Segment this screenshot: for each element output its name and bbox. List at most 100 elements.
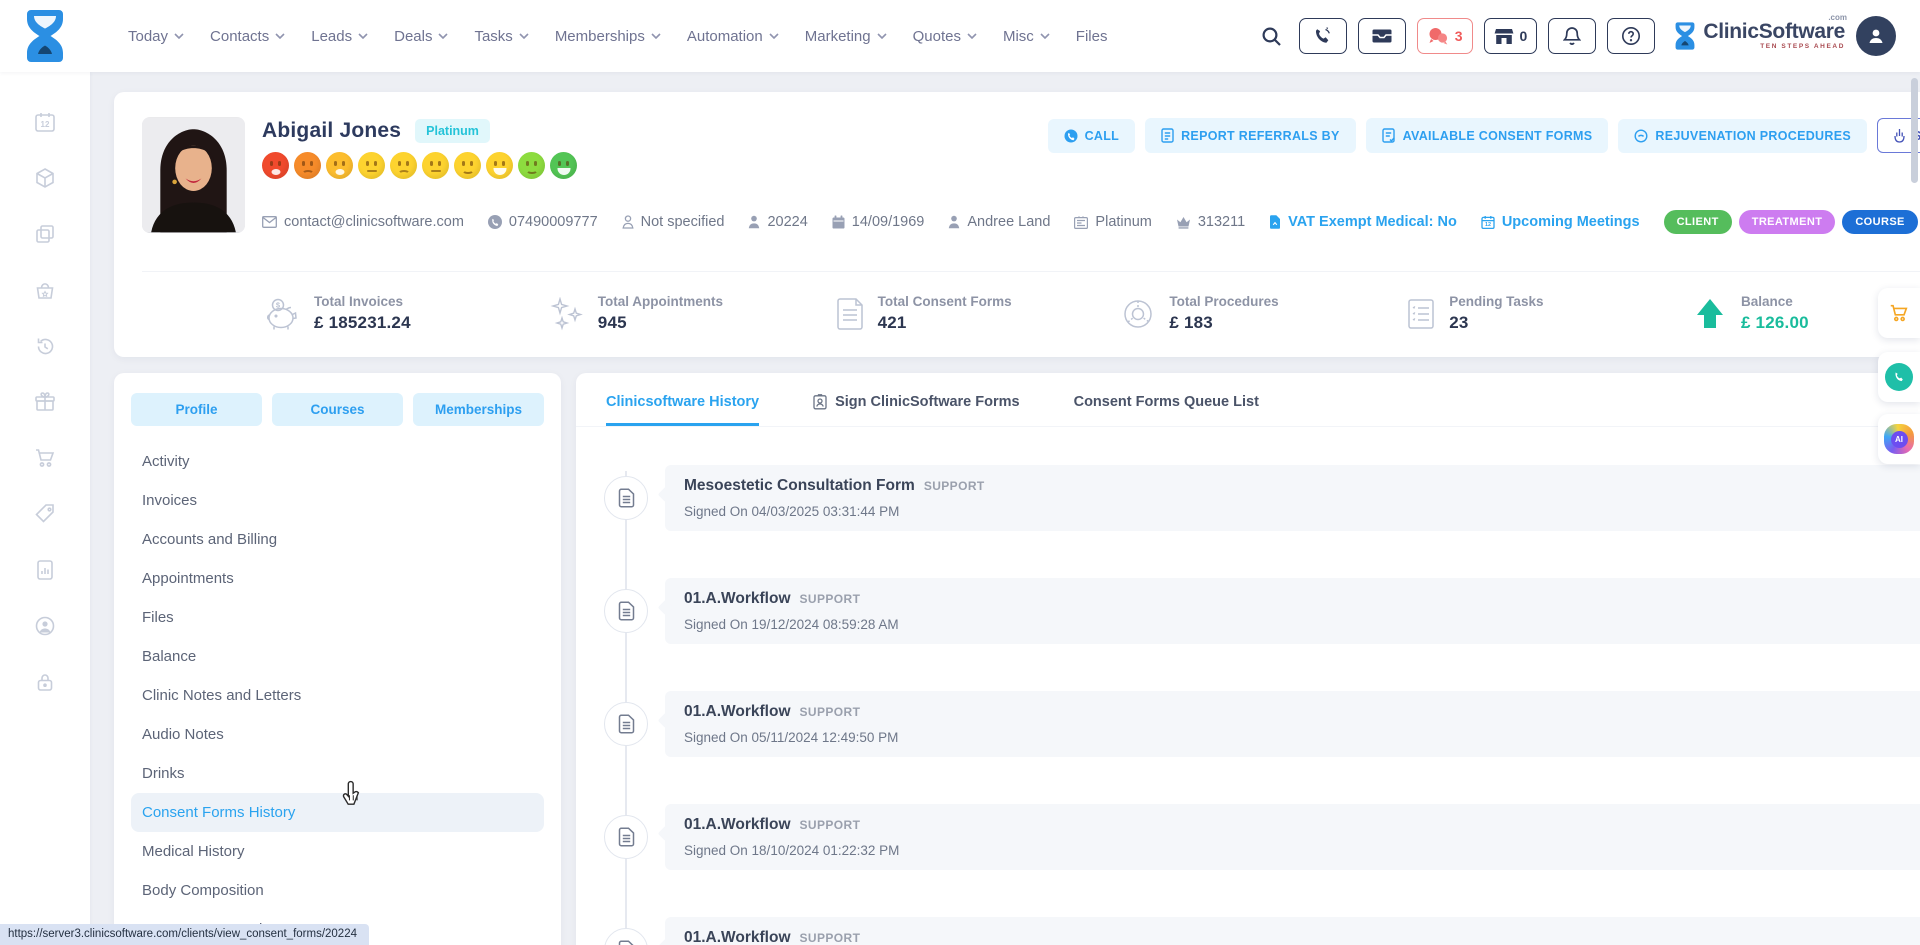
document-icon [604, 589, 648, 633]
profile-menu-item[interactable]: Appointments [131, 559, 544, 598]
satisfaction-emoji[interactable] [422, 152, 449, 179]
nav-item[interactable]: Files [1076, 28, 1108, 45]
tab-consent-queue[interactable]: Consent Forms Queue List [1074, 394, 1259, 426]
satisfaction-emoji[interactable] [358, 152, 385, 179]
page-scrollbar[interactable] [1911, 78, 1918, 183]
profile-menu-item[interactable]: Audio Notes [131, 715, 544, 754]
chevron-down-icon [275, 33, 285, 39]
nav-item[interactable]: Automation [687, 28, 779, 45]
chevron-down-icon [769, 33, 779, 39]
profile-menu-item[interactable]: Balance [131, 637, 544, 676]
profile-menu-item[interactable]: Files [131, 598, 544, 637]
profile-menu-item[interactable]: Activity [131, 442, 544, 481]
satisfaction-emoji[interactable] [518, 152, 545, 179]
report-referrals-button[interactable]: REPORT REFERRALS BY [1145, 118, 1356, 153]
nav-item[interactable]: Today [128, 28, 184, 45]
document-icon [1269, 215, 1281, 229]
user-circle-icon[interactable] [33, 614, 57, 638]
satisfaction-emoji[interactable] [550, 152, 577, 179]
calendar-icon[interactable]: 12 [33, 110, 57, 134]
question-icon [1621, 26, 1641, 46]
satisfaction-emoji[interactable] [454, 152, 481, 179]
satisfaction-emoji[interactable] [486, 152, 513, 179]
ai-icon: AI [1884, 424, 1914, 454]
floating-whatsapp-button[interactable] [1878, 352, 1920, 402]
form-tag: SUPPORT [800, 592, 861, 606]
history-icon[interactable] [33, 334, 57, 358]
form-title: 01.A.Workflow [684, 703, 791, 721]
cart-icon[interactable] [33, 446, 57, 470]
profile-menu-item[interactable]: Accounts and Billing [131, 520, 544, 559]
price-tag-icon[interactable] [33, 502, 57, 526]
consent-form-entry[interactable]: Mesoestetic Consultation Form SUPPORT Si… [665, 465, 1920, 531]
app-logo-icon[interactable] [24, 9, 66, 63]
panel-tab[interactable]: Courses [272, 393, 403, 426]
lock-icon[interactable] [33, 670, 57, 694]
whatsapp-icon [1885, 363, 1913, 391]
profile-menu-item[interactable]: Consent Forms History [131, 793, 544, 832]
chat-button[interactable]: 3 [1417, 18, 1473, 54]
email-field[interactable]: contact@clinicsoftware.com [262, 214, 464, 230]
notifications-button[interactable] [1548, 18, 1596, 54]
nav-item[interactable]: Marketing [805, 28, 887, 45]
satisfaction-emoji[interactable] [294, 152, 321, 179]
nav-item[interactable]: Quotes [913, 28, 977, 45]
document-icon [604, 702, 648, 746]
tab-clinicsoftware-history[interactable]: Clinicsoftware History [606, 394, 759, 426]
store-button[interactable]: 0 [1484, 18, 1538, 54]
left-icon-rail: 12 [0, 72, 90, 945]
profile-menu-item[interactable]: Clinic Notes and Letters [131, 676, 544, 715]
user-avatar[interactable] [1856, 16, 1896, 56]
call-button[interactable]: CALL [1048, 119, 1136, 153]
report-file-icon[interactable] [33, 558, 57, 582]
chevron-down-icon [438, 33, 448, 39]
floating-ai-button[interactable]: AI [1878, 414, 1920, 464]
tab-sign-forms[interactable]: Sign ClinicSoftware Forms [813, 394, 1020, 426]
help-button[interactable] [1607, 18, 1655, 54]
profile-menu-item[interactable]: Invoices [131, 481, 544, 520]
consent-form-entry[interactable]: 01.A.Workflow SUPPORT Signed On 05/11/20… [665, 691, 1920, 757]
nav-item[interactable]: Deals [394, 28, 448, 45]
satisfaction-emoji[interactable] [326, 152, 353, 179]
consent-form-entry[interactable]: 01.A.Workflow SUPPORT Signed On 19/12/20… [665, 578, 1920, 644]
brand-tld: .com [1828, 14, 1847, 22]
search-icon[interactable] [1255, 20, 1288, 53]
copy-icon[interactable] [33, 222, 57, 246]
floating-cart-button[interactable] [1878, 288, 1920, 338]
chevron-down-icon [519, 33, 529, 39]
profile-menu-item[interactable]: Body Composition [131, 871, 544, 910]
profile-menu-item[interactable]: Medical History [131, 832, 544, 871]
basket-icon[interactable] [33, 278, 57, 302]
signed-on-text: Signed On 18/10/2024 01:22:32 PM [684, 843, 1920, 858]
panel-tab[interactable]: Profile [131, 393, 262, 426]
vat-exempt-link[interactable]: VAT Exempt Medical: No [1269, 214, 1457, 230]
cart-orange-icon [1888, 302, 1910, 324]
cube-icon[interactable] [33, 166, 57, 190]
nav-item[interactable]: Misc [1003, 28, 1050, 45]
nav-item[interactable]: Leads [311, 28, 368, 45]
satisfaction-emoji[interactable] [262, 152, 289, 179]
inbox-icon [1372, 28, 1392, 44]
profile-panel: Profile Courses Memberships Activity Inv… [114, 373, 561, 945]
nav-item[interactable]: Tasks [474, 28, 528, 45]
form-tag: SUPPORT [800, 931, 861, 945]
phone-button[interactable] [1299, 18, 1347, 54]
available-consent-forms-button[interactable]: AVAILABLE CONSENT FORMS [1366, 118, 1609, 153]
inbox-button[interactable] [1358, 18, 1406, 54]
nav-item[interactable]: Memberships [555, 28, 661, 45]
rejuvenation-procedures-button[interactable]: REJUVENATION PROCEDURES [1618, 119, 1867, 153]
timeline-item: Mesoestetic Consultation Form SUPPORT Si… [604, 465, 1920, 531]
panel-tab[interactable]: Memberships [413, 393, 544, 426]
svg-text:12: 12 [1485, 222, 1491, 228]
phone-field[interactable]: 07490009777 [488, 214, 598, 230]
consent-form-entry[interactable]: 01.A.Workflow SUPPORT Signed On 18/10/20… [665, 804, 1920, 870]
satisfaction-emoji[interactable] [390, 152, 417, 179]
donut-chart-icon [1121, 297, 1155, 331]
consent-form-entry[interactable]: 01.A.Workflow SUPPORT Signed On 15/10/20… [665, 917, 1920, 945]
profile-menu-item[interactable]: Drinks [131, 754, 544, 793]
client-actions: CALL REPORT REFERRALS BY AVAILABLE CONSE… [1048, 118, 1920, 153]
nav-item[interactable]: Contacts [210, 28, 285, 45]
gift-icon[interactable] [33, 390, 57, 414]
upcoming-meetings-link[interactable]: 12 Upcoming Meetings [1481, 214, 1640, 230]
id-card-icon [1074, 216, 1088, 229]
